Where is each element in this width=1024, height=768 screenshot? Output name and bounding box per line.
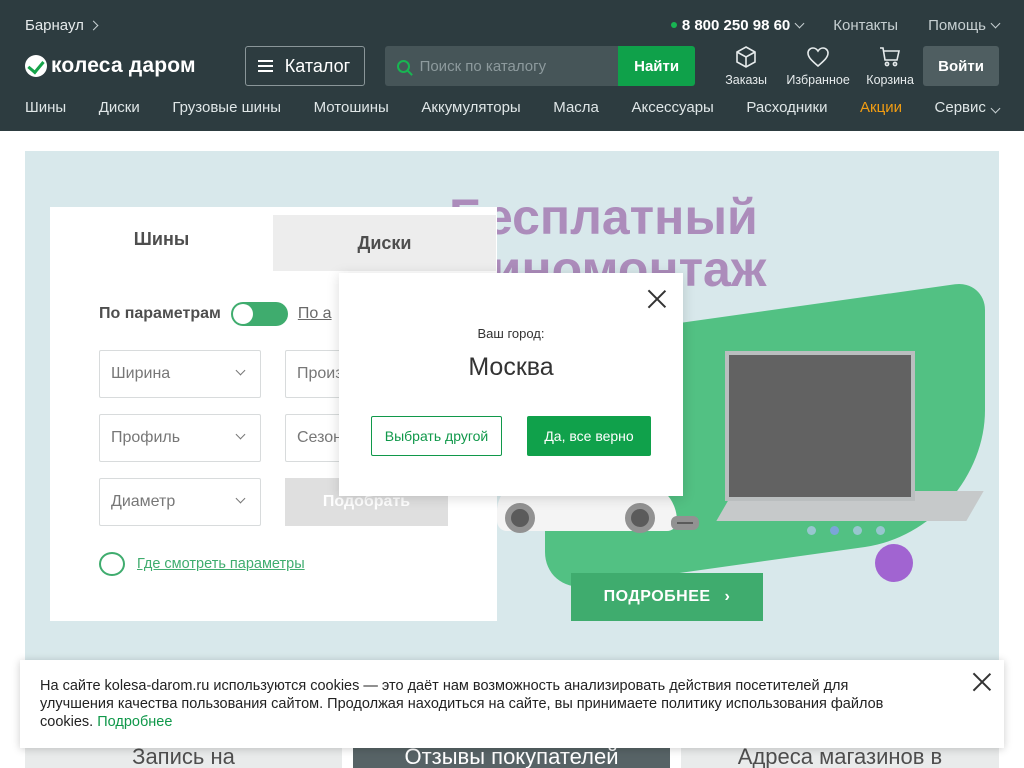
nav-item-oils[interactable]: Масла (553, 99, 599, 116)
search-icon (396, 59, 410, 73)
cart-label: Корзина (866, 73, 914, 87)
site-header: Барнаул 8 800 250 98 60 Контакты Помощь … (0, 0, 1024, 131)
main-nav: Шины Диски Грузовые шины Мотошины Аккуму… (25, 96, 1001, 118)
nav-item-service[interactable]: Сервис (934, 98, 1001, 116)
nav-item-tires[interactable]: Шины (25, 99, 66, 116)
nav-item-batteries[interactable]: Аккумуляторы (421, 99, 520, 116)
orders-link[interactable]: Заказы (713, 45, 779, 87)
orders-label: Заказы (725, 73, 767, 87)
login-button[interactable]: Войти (923, 46, 999, 86)
logo[interactable]: колеса даром (25, 54, 223, 78)
chevron-down-icon (990, 18, 1001, 28)
cookie-more-link[interactable]: Подробнее (97, 714, 172, 730)
contacts-link[interactable]: Контакты (833, 17, 898, 34)
online-dot-icon (670, 22, 677, 28)
menu-icon (257, 60, 273, 72)
service-label: Сервис (934, 98, 986, 116)
help-label: Помощь (928, 16, 986, 34)
logo-check-icon (25, 55, 47, 77)
confirm-city-button[interactable]: Да, все верно (527, 416, 651, 456)
city-confirm-modal: Ваш город: Москва Выбрать другой Да, все… (339, 273, 683, 496)
help-menu[interactable]: Помощь (928, 16, 1001, 34)
your-city-label: Ваш город: (477, 326, 545, 341)
search-bar: Поиск по каталогу Найти (384, 46, 696, 86)
box-icon (736, 46, 756, 68)
catalog-button[interactable]: Каталог (244, 46, 365, 86)
nav-item-promo[interactable]: Акции (860, 99, 902, 116)
close-icon[interactable] (972, 672, 992, 692)
search-placeholder: Поиск по каталогу (419, 57, 547, 75)
cart-link[interactable]: Корзина (857, 45, 923, 87)
cart-icon (880, 47, 901, 67)
nav-item-truck-tires[interactable]: Грузовые шины (172, 99, 281, 116)
chevron-down-icon (794, 18, 805, 28)
cookie-banner: На сайте kolesa-darom.ru используются co… (20, 660, 1004, 748)
user-icons: Заказы Избранное Корзина (713, 45, 923, 87)
chevron-down-icon (990, 103, 1001, 113)
close-icon[interactable] (647, 289, 667, 309)
catalog-label: Каталог (284, 55, 351, 76)
nav-item-disks[interactable]: Диски (99, 99, 140, 116)
nav-item-moto-tires[interactable]: Мотошины (314, 99, 389, 116)
choose-other-city-button[interactable]: Выбрать другой (371, 416, 502, 456)
top-right-links: 8 800 250 98 60 Контакты Помощь (670, 16, 1001, 34)
nav-item-consumables[interactable]: Расходники (746, 99, 827, 116)
nav-item-accessories[interactable]: Аксессуары (631, 99, 713, 116)
heart-icon (807, 47, 829, 68)
search-input[interactable]: Поиск по каталогу (384, 46, 619, 86)
top-bar: Барнаул 8 800 250 98 60 Контакты Помощь (25, 14, 1001, 36)
favorites-link[interactable]: Избранное (785, 45, 851, 87)
search-button[interactable]: Найти (618, 46, 696, 86)
main-bar: колеса даром Каталог Поиск по каталогу Н… (25, 44, 999, 88)
phone-link[interactable]: 8 800 250 98 60 (670, 16, 805, 34)
favorites-label: Избранное (786, 73, 850, 87)
detected-city: Москва (468, 353, 554, 381)
city-selector[interactable]: Барнаул (25, 16, 99, 34)
city-label: Барнаул (25, 16, 84, 34)
chevron-right-icon (88, 20, 99, 30)
logo-text: колеса даром (51, 54, 196, 77)
phone-number: 8 800 250 98 60 (681, 16, 791, 34)
